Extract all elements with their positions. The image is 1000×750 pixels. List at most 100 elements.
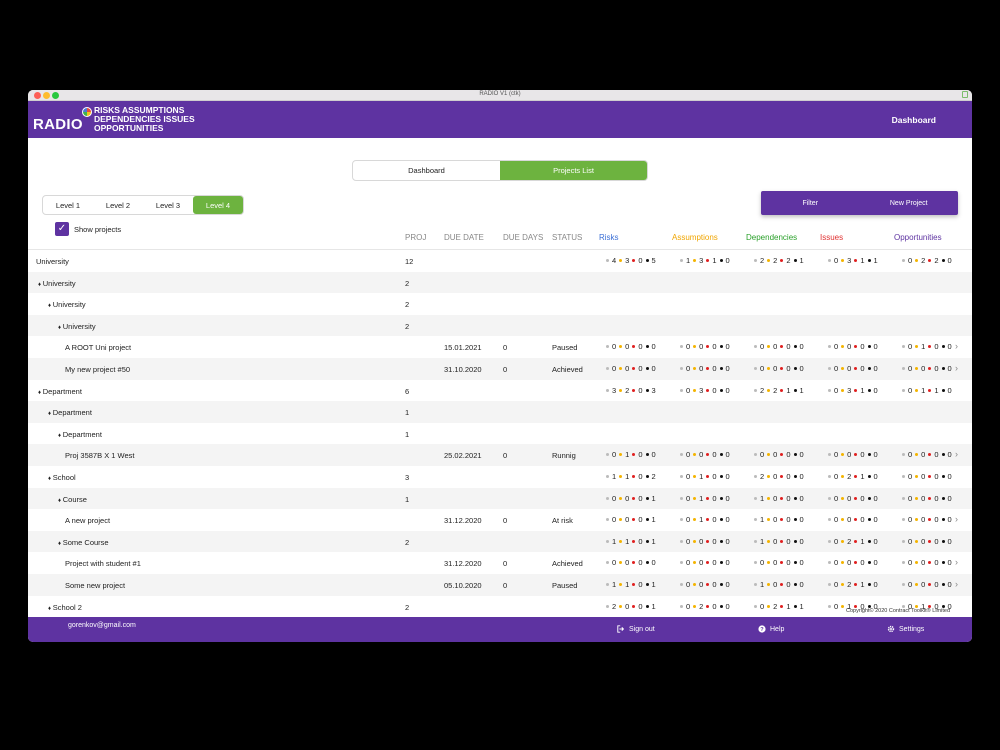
filter-button[interactable]: Filter bbox=[761, 191, 860, 215]
count-value: 1 bbox=[921, 342, 926, 352]
chevron-right-icon[interactable]: › bbox=[955, 449, 958, 459]
table-row[interactable]: ♦ Department 1 bbox=[28, 401, 972, 423]
table-row[interactable]: Proj 3587B X 1 West 25.02.2021 0 Runnig 0 1 0 0… bbox=[28, 444, 972, 466]
status-dot-icon bbox=[645, 496, 649, 500]
col-header-due-days[interactable]: DUE DAYS bbox=[503, 233, 543, 242]
col-header-issues[interactable]: Issues bbox=[820, 233, 843, 242]
level-1-button[interactable]: Level 1 bbox=[43, 196, 93, 214]
table-row[interactable]: A new project 31.12.2020 0 At risk 0 0 0 1 0 1 0 0 1… bbox=[28, 509, 972, 531]
status-dot-icon bbox=[767, 496, 771, 500]
row-opportunities-counts: 0000 bbox=[899, 558, 952, 567]
status-dot-icon bbox=[793, 496, 797, 500]
count-value: 0 bbox=[921, 515, 926, 525]
count-value: 0 bbox=[638, 364, 643, 373]
settings-button[interactable]: Settings bbox=[887, 625, 924, 633]
col-header-status[interactable]: STATUS bbox=[552, 233, 582, 242]
table-row[interactable]: Project with student #1 31.12.2020 0 Achiev… bbox=[28, 552, 972, 574]
table-row[interactable]: ♦ University 2 bbox=[28, 271, 972, 294]
level-3-button[interactable]: Level 3 bbox=[143, 196, 193, 214]
count-value: 0 bbox=[908, 558, 913, 568]
status-dot-icon bbox=[793, 583, 797, 586]
status-dot-icon bbox=[632, 539, 636, 543]
table-row[interactable]: ♦ University 2 bbox=[28, 314, 972, 337]
count-value: 0 bbox=[860, 515, 865, 525]
col-header-proj[interactable]: PROJ bbox=[405, 233, 426, 242]
count-value: 3 bbox=[847, 385, 852, 395]
col-header-due-date[interactable]: DUE DATE bbox=[444, 233, 484, 242]
count-value: 1 bbox=[799, 256, 804, 265]
status-dot-icon bbox=[780, 345, 784, 349]
count-value: 0 bbox=[908, 256, 913, 265]
count-value: 0 bbox=[908, 364, 913, 373]
status-dot-icon bbox=[793, 345, 797, 349]
new-project-button[interactable]: New Project bbox=[860, 191, 959, 215]
table-row[interactable]: Some new project 05.10.2020 0 Paused 1 1 0 1 0 0 0… bbox=[28, 574, 972, 596]
count-value: 0 bbox=[712, 385, 717, 395]
sign-out-button[interactable]: Sign out bbox=[617, 625, 655, 633]
row-name: University bbox=[42, 278, 76, 288]
show-projects-toggle[interactable]: ✓ Show projects bbox=[55, 222, 121, 236]
checkbox-checked-icon[interactable]: ✓ bbox=[55, 222, 69, 236]
chevron-right-icon[interactable]: › bbox=[955, 579, 958, 589]
count-value: 0 bbox=[712, 493, 717, 503]
status-dot-icon bbox=[754, 496, 757, 500]
copyright-text: Copyright© 2020 Contract Toolkit® Limite… bbox=[846, 608, 950, 614]
row-issues-counts: 0310 bbox=[825, 386, 878, 395]
count-value: 0 bbox=[686, 493, 691, 503]
table-row[interactable]: ♦ School 2220010200021101000100 bbox=[28, 596, 972, 617]
status-dot-icon bbox=[619, 453, 623, 457]
count-value: 0 bbox=[947, 536, 952, 546]
status-dot-icon bbox=[680, 604, 683, 608]
level-4-button[interactable]: Level 4 bbox=[193, 196, 243, 214]
row-assumptions-counts: 0000 bbox=[677, 558, 730, 567]
count-value: 0 bbox=[786, 536, 791, 546]
chevron-right-icon[interactable]: › bbox=[955, 557, 958, 567]
col-header-dependencies[interactable]: Dependencies bbox=[746, 233, 797, 242]
col-header-assumptions[interactable]: Assumptions bbox=[672, 233, 718, 242]
chevron-right-icon[interactable]: › bbox=[955, 341, 958, 351]
count-value: 0 bbox=[799, 364, 804, 373]
count-value: 3 bbox=[699, 385, 704, 395]
status-dot-icon bbox=[867, 475, 871, 478]
row-name: University bbox=[52, 300, 86, 310]
count-value: 0 bbox=[712, 536, 717, 546]
tab-dashboard[interactable]: Dashboard bbox=[353, 161, 500, 180]
count-value: 0 bbox=[786, 364, 791, 373]
chevron-right-icon[interactable]: › bbox=[955, 363, 958, 373]
table-row[interactable]: ♦ School 3 1 1 0 2 0 1 0 0 2 0 0 0 0 2 1 0 0 0 0 0 bbox=[28, 466, 972, 488]
tab-projects-list[interactable]: Projects List bbox=[500, 161, 647, 180]
window-title: RADIO V1 (ctk) bbox=[479, 91, 521, 97]
status-dot-icon bbox=[854, 259, 858, 262]
count-value: 3 bbox=[847, 256, 852, 265]
chevron-right-icon[interactable]: › bbox=[955, 514, 958, 524]
count-value: 0 bbox=[725, 450, 730, 460]
table-row[interactable]: ♦ Some Course 2 1 1 0 1 0 0 0 0 1 0 0 0 0 2 1 0 0 0 0 0 bbox=[28, 530, 972, 553]
count-value: 0 bbox=[908, 536, 913, 546]
status-dot-icon bbox=[632, 583, 636, 586]
help-button[interactable]: ? Help bbox=[758, 625, 784, 633]
row-issues-counts: 0210 bbox=[825, 537, 878, 546]
row-risks-counts: 4305 bbox=[603, 256, 656, 265]
status-dot-icon bbox=[693, 388, 697, 392]
table-row[interactable]: A ROOT Uni project 15.01.2021 0 Paused 0 0 0 0 0… bbox=[28, 336, 972, 358]
status-dot-icon bbox=[867, 496, 871, 500]
table-row[interactable]: ♦ Course 1 0 0 0 1 0 1 0 0 1 0 0 0 0 0 0 0 0 0 0 0 bbox=[28, 487, 972, 510]
row-name-cell: University bbox=[36, 257, 69, 266]
count-value: 1 bbox=[699, 493, 704, 503]
col-header-opportunities[interactable]: Opportunities bbox=[894, 233, 942, 242]
table-row[interactable]: My new project #50 31.10.2020 0 Achieved 0 0 0… bbox=[28, 358, 972, 380]
row-status: Achieved bbox=[552, 365, 583, 374]
col-header-risks[interactable]: Risks bbox=[599, 233, 619, 242]
status-dot-icon bbox=[828, 367, 831, 370]
table-row[interactable]: ♦ University 2 bbox=[28, 293, 972, 315]
status-dot-icon bbox=[941, 345, 945, 349]
status-dot-icon bbox=[915, 518, 919, 522]
level-2-button[interactable]: Level 2 bbox=[93, 196, 143, 214]
table-row[interactable]: ♦ Department 6 3 2 0 3 0 3 0 0 2 2 1 1 0 3 1 0 0 1 1 0 bbox=[28, 380, 972, 402]
table-row[interactable]: University 12 4 3 0 5 1 3 1 0 2 2 2 1 0 3 1 1 0 2 2 0 bbox=[28, 250, 972, 272]
count-value: 1 bbox=[612, 536, 617, 546]
table-row[interactable]: ♦ Department 1 bbox=[28, 423, 972, 445]
row-proj: 2 bbox=[405, 321, 410, 331]
count-value: 2 bbox=[625, 385, 630, 395]
row-name-cell: A ROOT Uni project bbox=[65, 343, 131, 352]
